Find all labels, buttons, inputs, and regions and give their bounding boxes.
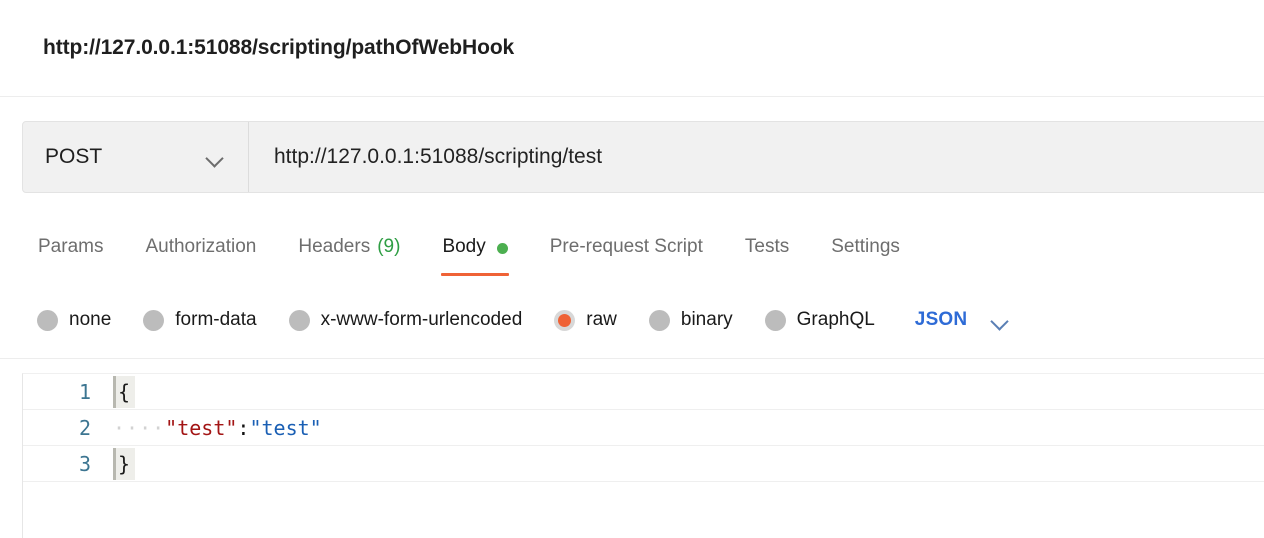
line-number: 3 bbox=[23, 452, 113, 476]
http-method-label: POST bbox=[45, 145, 102, 169]
tab-label: Headers bbox=[298, 236, 370, 258]
body-type-label: form-data bbox=[175, 309, 256, 331]
json-colon-token: : bbox=[237, 410, 249, 446]
radio-icon[interactable] bbox=[143, 310, 164, 331]
json-value-token: "test" bbox=[249, 410, 321, 446]
body-type-binary[interactable]: binary bbox=[649, 309, 733, 331]
radio-icon[interactable] bbox=[765, 310, 786, 331]
raw-format-dropdown[interactable]: JSON bbox=[915, 309, 1011, 331]
open-brace-token: { bbox=[113, 376, 135, 408]
radio-icon[interactable] bbox=[649, 310, 670, 331]
request-title-bar: http://127.0.0.1:51088/scripting/pathOfW… bbox=[0, 0, 1264, 97]
editor-divider bbox=[0, 358, 1264, 359]
body-type-x-www-form-urlencoded[interactable]: x-www-form-urlencoded bbox=[289, 309, 523, 331]
body-type-label: GraphQL bbox=[797, 309, 875, 331]
tab-label: Params bbox=[38, 236, 103, 258]
code-line[interactable]: 2 ···· "test" : "test" bbox=[23, 410, 1264, 446]
code-line-content[interactable]: { bbox=[113, 376, 1264, 408]
body-type-graphql[interactable]: GraphQL bbox=[765, 309, 875, 331]
tab-headers[interactable]: Headers (9) bbox=[297, 218, 401, 276]
request-body-editor[interactable]: 1 { 2 ···· "test" : "test" 3 } bbox=[22, 373, 1264, 538]
indent-guide: ···· bbox=[113, 410, 165, 446]
code-line-content[interactable]: ···· "test" : "test" bbox=[113, 410, 1264, 446]
close-brace-token: } bbox=[113, 448, 135, 480]
radio-icon[interactable] bbox=[289, 310, 310, 331]
code-line-content[interactable]: } bbox=[113, 448, 1264, 480]
line-number: 1 bbox=[23, 380, 113, 404]
code-line[interactable]: 3 } bbox=[23, 446, 1264, 482]
page-title: http://127.0.0.1:51088/scripting/pathOfW… bbox=[43, 36, 514, 60]
body-type-label: none bbox=[69, 309, 111, 331]
tab-label: Tests bbox=[745, 236, 789, 258]
body-type-label: binary bbox=[681, 309, 733, 331]
tab-label: Authorization bbox=[145, 236, 256, 258]
body-type-raw[interactable]: raw bbox=[554, 309, 617, 331]
tab-label: Pre-request Script bbox=[550, 236, 703, 258]
body-type-label: x-www-form-urlencoded bbox=[321, 309, 523, 331]
body-type-none[interactable]: none bbox=[37, 309, 111, 331]
tab-label: Settings bbox=[831, 236, 900, 258]
body-type-label: raw bbox=[586, 309, 617, 331]
tab-label: Body bbox=[442, 236, 485, 258]
raw-format-label: JSON bbox=[915, 309, 968, 331]
tab-settings[interactable]: Settings bbox=[830, 218, 901, 276]
tab-body[interactable]: Body bbox=[441, 218, 508, 276]
radio-icon-selected[interactable] bbox=[554, 310, 575, 331]
tab-authorization[interactable]: Authorization bbox=[144, 218, 257, 276]
code-line[interactable]: 1 { bbox=[23, 374, 1264, 410]
headers-count-badge: (9) bbox=[377, 236, 400, 258]
body-status-dot-icon bbox=[497, 243, 508, 254]
radio-icon[interactable] bbox=[37, 310, 58, 331]
url-bar: POST bbox=[22, 121, 1264, 193]
body-type-selector: none form-data x-www-form-urlencoded raw… bbox=[0, 296, 1264, 344]
json-key-token: "test" bbox=[165, 410, 237, 446]
request-builder-panel: http://127.0.0.1:51088/scripting/pathOfW… bbox=[0, 0, 1264, 538]
tab-pre-request-script[interactable]: Pre-request Script bbox=[549, 218, 704, 276]
request-tabs: Params Authorization Headers (9) Body Pr… bbox=[0, 218, 1264, 276]
request-url-input[interactable] bbox=[249, 122, 1264, 192]
tab-tests[interactable]: Tests bbox=[744, 218, 790, 276]
tab-params[interactable]: Params bbox=[37, 218, 104, 276]
http-method-dropdown[interactable]: POST bbox=[23, 122, 249, 192]
chevron-down-icon bbox=[207, 152, 224, 162]
body-type-form-data[interactable]: form-data bbox=[143, 309, 256, 331]
chevron-down-icon bbox=[992, 315, 1010, 326]
line-number: 2 bbox=[23, 416, 113, 440]
